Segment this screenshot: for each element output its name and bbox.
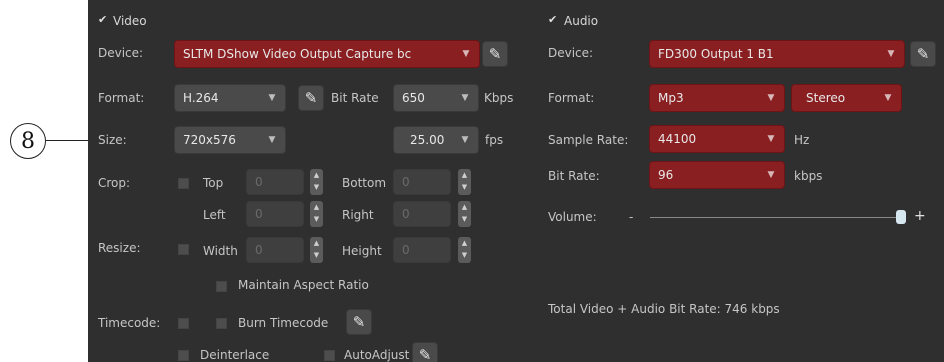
audio-checkbox[interactable]: ✔: [548, 13, 557, 26]
spinner-arrows-icon[interactable]: ▲ ▼: [310, 169, 323, 195]
resize-width-value: 0: [255, 243, 263, 257]
audio-checkbox-label: Audio: [564, 14, 599, 28]
volume-plus: +: [914, 208, 926, 224]
chevron-down-icon: ▼: [767, 93, 775, 103]
volume-minus: -: [629, 210, 634, 224]
video-format-label: Format:: [98, 91, 145, 105]
video-fps-unit: fps: [485, 133, 504, 147]
volume-label: Volume:: [548, 210, 597, 224]
video-bitrate-unit: Kbps: [484, 91, 514, 105]
crop-label: Crop:: [98, 176, 131, 190]
audio-samplerate-value: 44100: [658, 132, 697, 146]
audio-format-select[interactable]: Mp3 ▼: [649, 84, 785, 112]
audio-device-select[interactable]: FD300 Output 1 B1 ▼: [649, 40, 905, 68]
chevron-down-icon: ▼: [461, 135, 469, 145]
audio-bitrate-label: Bit Rate:: [548, 169, 600, 183]
audio-channels-value: Stereo: [806, 91, 846, 105]
video-format-select[interactable]: H.264 ▼: [174, 84, 286, 112]
crop-right-input[interactable]: 0: [393, 201, 451, 227]
wrench-icon[interactable]: ✎: [298, 85, 324, 111]
video-bitrate-select[interactable]: 650 ▼: [393, 84, 479, 112]
video-device-label: Device:: [98, 46, 144, 60]
chevron-down-icon: ▼: [887, 49, 895, 59]
video-checkbox-label: Video: [113, 14, 147, 28]
audio-bitrate-select[interactable]: 96 ▼: [649, 161, 785, 189]
burn-timecode-checkbox[interactable]: [216, 318, 227, 329]
crop-bottom-value: 0: [402, 175, 410, 189]
resize-height-value: 0: [402, 243, 410, 257]
resize-width-input[interactable]: 0: [246, 237, 304, 263]
audio-samplerate-select[interactable]: 44100 ▼: [649, 125, 785, 153]
capture-settings-panel: ✔ Video Device: SLTM DShow Video Output …: [88, 0, 944, 362]
audio-bitrate-value: 96: [658, 168, 674, 182]
spinner-arrows-icon[interactable]: ▲ ▼: [310, 201, 323, 227]
video-bitrate-label: Bit Rate: [331, 91, 379, 105]
resize-width-label: Width: [203, 244, 238, 258]
audio-format-value: Mp3: [658, 91, 684, 105]
resize-height-input[interactable]: 0: [393, 237, 451, 263]
audio-samplerate-label: Sample Rate:: [548, 133, 629, 147]
chevron-down-icon: ▼: [462, 49, 470, 59]
crop-left-label: Left: [203, 208, 226, 222]
wrench-icon[interactable]: ✎: [346, 309, 372, 335]
total-bitrate-text: Total Video + Audio Bit Rate: 746 kbps: [548, 302, 780, 316]
crop-top-input[interactable]: 0: [246, 169, 304, 195]
crop-bottom-input[interactable]: 0: [393, 169, 451, 195]
crop-right-value: 0: [402, 207, 410, 221]
audio-bitrate-unit: kbps: [794, 169, 823, 183]
chevron-down-icon: ▼: [268, 93, 276, 103]
video-size-label: Size:: [98, 133, 127, 147]
video-format-value: H.264: [183, 91, 219, 105]
audio-channels-select[interactable]: Stereo ▼: [791, 84, 902, 112]
audio-format-label: Format:: [548, 91, 595, 105]
spinner-arrows-icon[interactable]: ▲ ▼: [458, 169, 471, 195]
crop-left-input[interactable]: 0: [246, 201, 304, 227]
wrench-icon[interactable]: ✎: [412, 342, 438, 362]
crop-checkbox[interactable]: [178, 178, 189, 189]
autoadjust-label: AutoAdjust: [344, 348, 410, 362]
video-fps-select[interactable]: 25.00 ▼: [393, 126, 479, 154]
callout-leader-line: [46, 140, 88, 141]
deinterlace-checkbox[interactable]: [178, 350, 189, 361]
burn-timecode-label: Burn Timecode: [238, 316, 329, 330]
timecode-checkbox[interactable]: [178, 318, 189, 329]
video-device-select[interactable]: SLTM DShow Video Output Capture bc ▼: [174, 40, 480, 68]
crop-right-label: Right: [342, 208, 374, 222]
callout-number: 8: [10, 123, 46, 159]
video-device-value: SLTM DShow Video Output Capture bc: [183, 47, 412, 61]
resize-height-label: Height: [342, 244, 382, 258]
deinterlace-label: Deinterlace: [200, 348, 270, 362]
volume-slider-track[interactable]: [650, 217, 906, 218]
wrench-icon[interactable]: ✎: [910, 41, 936, 67]
wrench-icon[interactable]: ✎: [482, 41, 508, 67]
audio-device-label: Device:: [548, 46, 594, 60]
maintain-aspect-checkbox[interactable]: [216, 281, 227, 292]
video-fps-value: 25.00: [410, 133, 445, 147]
chevron-down-icon: ▼: [461, 93, 469, 103]
chevron-down-icon: ▼: [767, 170, 775, 180]
resize-label: Resize:: [98, 241, 141, 255]
crop-bottom-label: Bottom: [342, 176, 387, 190]
video-checkbox[interactable]: ✔: [98, 13, 107, 26]
audio-samplerate-unit: Hz: [794, 133, 810, 147]
timecode-label: Timecode:: [98, 316, 161, 330]
chevron-down-icon: ▼: [884, 93, 892, 103]
video-size-value: 720x576: [183, 133, 236, 147]
crop-top-label: Top: [203, 176, 224, 190]
spinner-arrows-icon[interactable]: ▲ ▼: [458, 237, 471, 263]
crop-top-value: 0: [255, 175, 263, 189]
audio-device-value: FD300 Output 1 B1: [658, 47, 774, 61]
chevron-down-icon: ▼: [268, 135, 276, 145]
maintain-aspect-label: Maintain Aspect Ratio: [238, 278, 369, 292]
autoadjust-checkbox[interactable]: [324, 350, 335, 361]
video-size-select[interactable]: 720x576 ▼: [174, 126, 286, 154]
callout-label: 8: [21, 128, 35, 154]
video-bitrate-value: 650: [402, 91, 425, 105]
resize-checkbox[interactable]: [178, 244, 189, 255]
chevron-down-icon: ▼: [767, 134, 775, 144]
spinner-arrows-icon[interactable]: ▲ ▼: [458, 201, 471, 227]
crop-left-value: 0: [255, 207, 263, 221]
volume-slider-thumb[interactable]: [896, 210, 906, 224]
spinner-arrows-icon[interactable]: ▲ ▼: [310, 237, 323, 263]
